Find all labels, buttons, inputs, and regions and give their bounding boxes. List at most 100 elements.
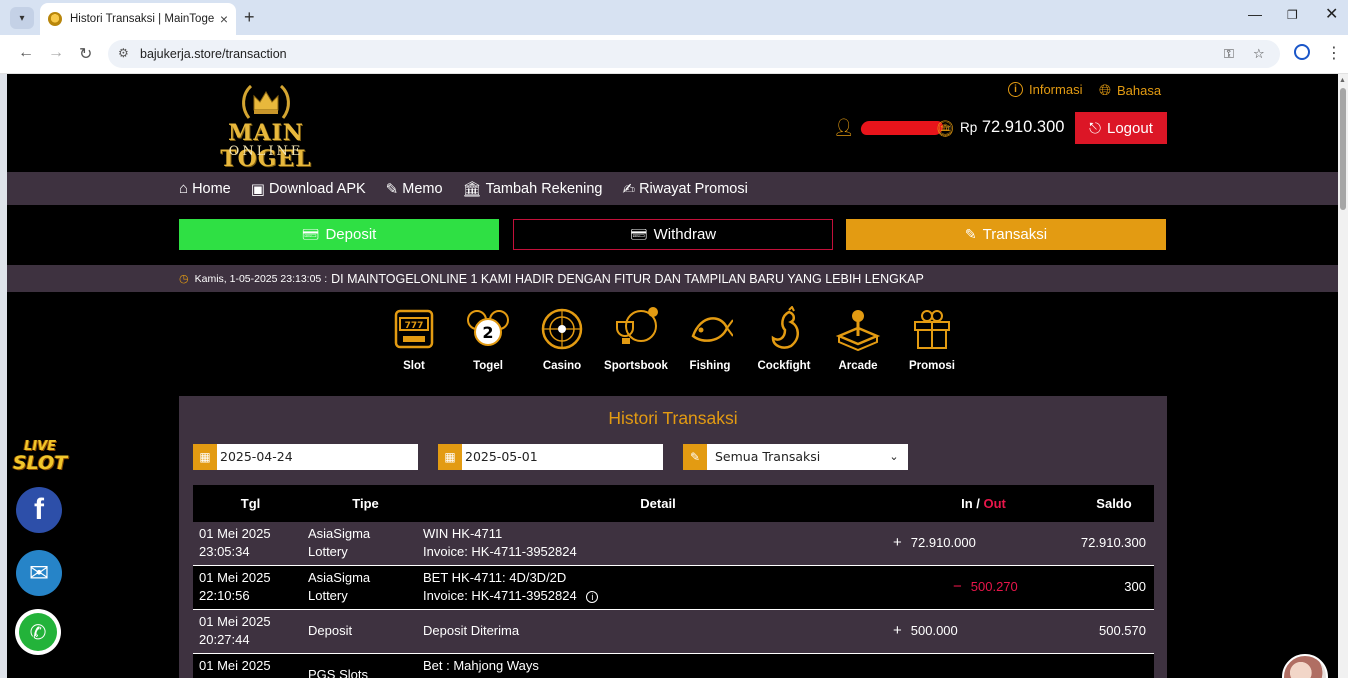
language-link[interactable]: 🌐︎ Bahasa — [1099, 82, 1161, 99]
game-cockfight[interactable]: Cockfight — [747, 306, 821, 378]
minimize-icon[interactable]: — — [1248, 6, 1262, 22]
browser-tab-active[interactable]: Histori Transaksi | MainTogelOn × — [40, 3, 236, 35]
invoice-info-icon[interactable]: i — [586, 590, 599, 603]
transaction-table: Tgl Tipe Detail In / Out Saldo 01 Mei 20… — [193, 485, 1154, 678]
withdraw-label: Withdraw — [653, 226, 717, 243]
calendar-icon: ▦ — [193, 444, 217, 470]
android-icon: ▣ — [250, 180, 265, 198]
address-bar[interactable]: ⚙ bajukerja.store/transaction ⚿ ☆ — [108, 40, 1280, 68]
filter-icon: ✎ — [683, 444, 707, 470]
whatsapp-icon[interactable]: ✆ — [15, 609, 61, 655]
balance-display: Rp 72.910.300 — [960, 118, 1064, 137]
row-invoice: Invoice: HK-4711-3952824 — [423, 544, 577, 559]
chevron-down-icon[interactable]: ⌄ — [880, 444, 908, 470]
home-icon: ⌂ — [179, 180, 189, 197]
restore-icon[interactable]: ❐ — [1287, 8, 1298, 22]
date-from-value[interactable]: 2025-04-24 — [217, 444, 293, 470]
crown-wreath-icon — [242, 84, 290, 119]
deposit-label: Deposit — [325, 226, 377, 243]
nav-riwayat-promosi[interactable]: ✍ Riwayat Promosi — [622, 180, 747, 198]
nav-home[interactable]: ⌂ Home — [179, 180, 231, 197]
browser-menu-icon[interactable]: ⋮ — [1326, 43, 1342, 63]
profile-icon[interactable] — [1294, 44, 1310, 60]
marquee-time: Kamis, 1-05-2025 23:13:05 : — [194, 272, 328, 285]
game-promosi[interactable]: Promosi — [895, 306, 969, 378]
logo-sub-text: ONLINE — [228, 144, 304, 159]
page-scrollbar[interactable]: ▲ — [1338, 74, 1348, 678]
tab-search-button[interactable]: ▾ — [10, 7, 34, 29]
date-to-value[interactable]: 2025-05-01 — [462, 444, 538, 470]
row-amount: + 72.910.000 — [893, 522, 1034, 565]
game-slot[interactable]: 777 Slot — [377, 306, 451, 378]
transaction-type-value[interactable]: Semua Transaksi — [707, 444, 880, 470]
col-tipe: Tipe — [352, 496, 379, 511]
bookmark-star-icon[interactable]: ☆ — [1253, 46, 1265, 62]
live-chat-avatar[interactable] — [1282, 654, 1328, 678]
reload-icon[interactable]: ↻ — [79, 44, 92, 64]
deposit-button[interactable]: 💳︎ Deposit — [179, 219, 499, 250]
game-fishing[interactable]: Fishing — [673, 306, 747, 378]
game-category-bar: 777 Slot 2 Togel Casino Sportsbook Fishi… — [377, 306, 969, 378]
live-slot-badge[interactable]: LIVE SLOT — [13, 438, 67, 473]
forward-icon[interactable]: → — [48, 44, 64, 62]
row-type: PGS Slots — [308, 667, 368, 678]
game-arcade[interactable]: Arcade — [821, 306, 895, 378]
slot-machine-icon: 777 — [394, 309, 434, 349]
game-sportsbook[interactable]: Sportsbook — [599, 306, 673, 378]
date-to-field[interactable]: ▦ 2025-05-01 — [438, 444, 663, 470]
row-detail: Deposit Diterima — [423, 623, 520, 638]
game-label: Promosi — [908, 360, 955, 372]
back-icon[interactable]: ← — [18, 44, 34, 62]
nav-tambah-rekening[interactable]: 🏛︎ Tambah Rekening — [463, 180, 603, 198]
row-amount-value: 72.910.000 — [910, 535, 976, 550]
username-redacted — [859, 121, 944, 135]
nav-rekening-label: Tambah Rekening — [485, 180, 603, 197]
transaction-history-panel: Histori Transaksi ▦ 2025-04-24 ▦ 2025-05… — [179, 396, 1167, 678]
row-time: 20:27:44 — [199, 632, 250, 647]
page-content: MAIN TOGEL ONLINE i Informasi 🌐︎ Bahasa … — [7, 74, 1338, 678]
scroll-thumb[interactable] — [1340, 88, 1346, 210]
address-url[interactable]: bajukerja.store/transaction — [140, 47, 287, 61]
logout-button[interactable]: ⎋ Logout — [1075, 112, 1167, 144]
transaksi-button[interactable]: ✎ Transaksi — [846, 219, 1166, 250]
email-icon[interactable]: ✉ — [16, 550, 62, 596]
site-logo[interactable]: MAIN TOGEL ONLINE — [181, 82, 351, 172]
game-casino[interactable]: Casino — [525, 306, 599, 378]
scroll-up-icon[interactable]: ▲ — [1339, 77, 1346, 84]
row-saldo: 72.910.300 — [1080, 535, 1146, 550]
game-label: Fishing — [689, 360, 731, 372]
facebook-icon[interactable]: f — [16, 487, 62, 533]
withdraw-icon: 💳︎ — [629, 226, 648, 242]
table-row: 01 Mei 2025 22:10:56 AsiaSigma Lottery B… — [193, 566, 1154, 610]
date-from-field[interactable]: ▦ 2025-04-24 — [193, 444, 418, 470]
minus-icon: − — [953, 578, 962, 595]
transaction-type-select[interactable]: ✎ Semua Transaksi ⌄ — [683, 444, 908, 470]
logout-icon: ⎋ — [1089, 119, 1101, 137]
table-header: Tgl Tipe Detail In / Out Saldo — [193, 485, 1154, 522]
password-key-icon[interactable]: ⚿ — [1224, 46, 1234, 62]
row-type: AsiaSigma — [308, 570, 371, 585]
info-link[interactable]: i Informasi — [1008, 82, 1082, 97]
info-icon: i — [1008, 82, 1023, 97]
nav-memo[interactable]: ✎ Memo — [386, 180, 443, 198]
tab-close-icon[interactable]: × — [220, 11, 228, 27]
row-time: 23:05:34 — [199, 544, 250, 559]
new-tab-icon[interactable]: + — [244, 7, 255, 28]
row-detail: BET HK-4711: 4D/3D/2D — [423, 570, 567, 585]
game-togel[interactable]: 2 Togel — [451, 306, 525, 378]
site-info-icon[interactable]: ⚙ — [118, 46, 129, 60]
row-detail: WIN HK-4711 — [423, 526, 503, 541]
row-type-sub: Lottery — [308, 588, 348, 603]
nav-download-apk[interactable]: ▣ Download APK — [251, 180, 366, 198]
withdraw-button[interactable]: 💳︎ Withdraw — [513, 219, 833, 250]
nav-home-label: Home — [192, 180, 231, 197]
nav-memo-label: Memo — [402, 180, 443, 197]
col-in-out: In / Out — [893, 496, 1034, 511]
game-label: Sportsbook — [604, 360, 668, 372]
row-amount: + 500.000 — [893, 610, 1034, 653]
window-close-icon[interactable]: ✕ — [1325, 4, 1338, 24]
joystick-icon — [835, 310, 881, 352]
clock-icon: ◷ — [179, 273, 189, 285]
calendar-icon: ▦ — [438, 444, 462, 470]
row-saldo: 500.570 — [1099, 623, 1146, 638]
